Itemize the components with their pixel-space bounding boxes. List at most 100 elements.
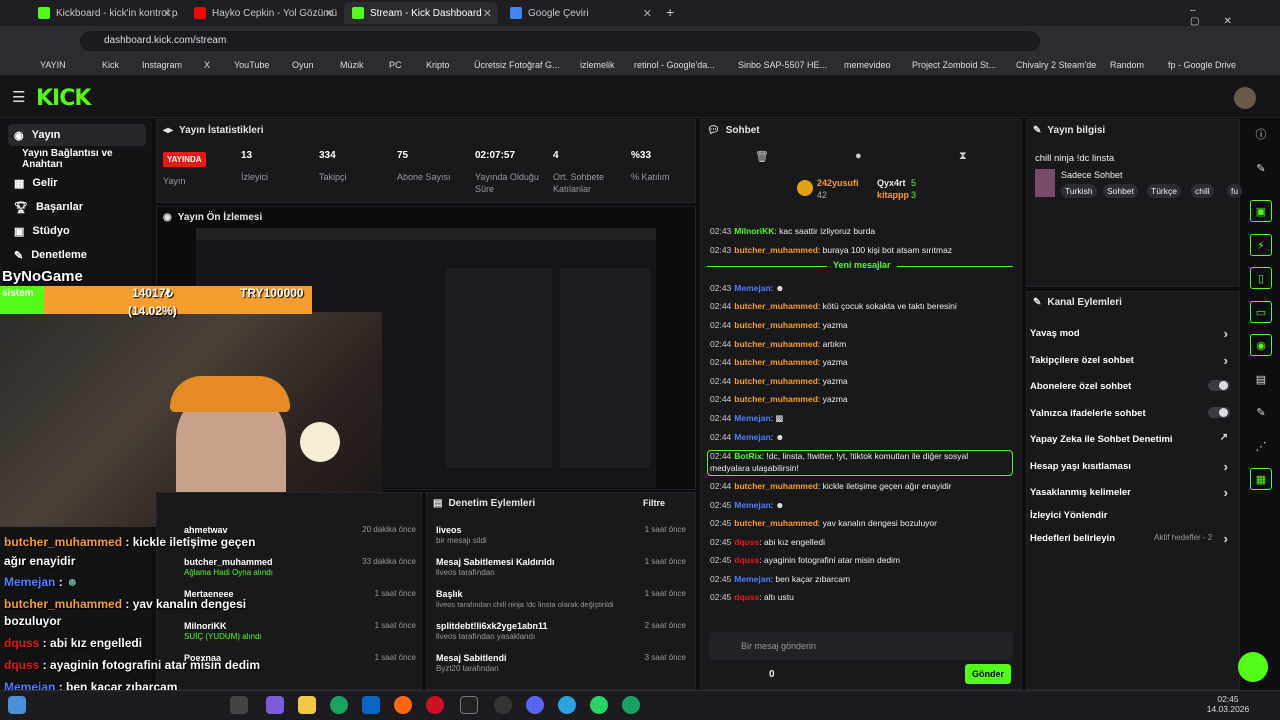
bookmark[interactable]: Sinbo SAP-5507 HE... [738, 60, 827, 70]
broadcast-icon[interactable]: ◉ [1250, 334, 1272, 356]
firefox-icon[interactable] [394, 696, 412, 714]
close-icon[interactable]: ✕ [643, 7, 652, 20]
action-emote-only[interactable]: Yalnızca ifadelerle sohbet [1030, 407, 1230, 419]
tag-chip: Sohbet [1103, 184, 1138, 198]
chevron-right-icon: › [1223, 485, 1228, 500]
sidebar-item-gelir[interactable]: ▦ Gelir [8, 172, 146, 194]
sidebar-item-basarilar[interactable]: 🏆︎ Başarılar [8, 196, 146, 218]
chevron-right-icon: › [1223, 531, 1228, 546]
tab-youtube[interactable]: Hayko Cepkin - Yol Gözümü Da ✕ [186, 2, 340, 24]
copilot-icon[interactable] [266, 696, 284, 714]
bookmark[interactable]: YAYIN [40, 60, 66, 70]
trash-icon[interactable]: 🗑︎ [755, 150, 769, 163]
tab-kickboard[interactable]: Kickboard - kick'in kontrol pan ✕ [30, 2, 178, 24]
youtube-favicon-icon [194, 7, 206, 19]
close-icon[interactable]: ✕ [325, 7, 334, 20]
new-tab-button[interactable]: + [666, 4, 674, 20]
stat-followers: 334 Takipçi [319, 150, 347, 182]
chat-message: 02:44 butcher_muhammed: kickle iletişime … [710, 481, 952, 491]
filter-button[interactable]: Filtre [643, 498, 665, 508]
obs-icon[interactable] [460, 696, 478, 714]
wrench-icon[interactable]: ✎ [1250, 401, 1272, 423]
info-icon[interactable]: ⓘ [1250, 123, 1272, 145]
chrome-icon[interactable] [622, 696, 640, 714]
camera-icon[interactable]: ▣ [1250, 200, 1272, 222]
bookmark[interactable]: Oyun [292, 60, 314, 70]
chat-message: 02:45 Memejan: ben kaçar zıbarcam [710, 574, 851, 584]
bookmark[interactable]: memevideo [844, 60, 891, 70]
mail-icon[interactable] [362, 696, 380, 714]
subscribers-only-toggle[interactable] [1208, 380, 1230, 391]
kick-logo[interactable]: KICK [36, 86, 91, 111]
chat-message: medyalara ulaşabilirsin! [710, 463, 799, 473]
chat-bubble-icon[interactable]: ● [855, 150, 862, 162]
chat-message: 02:44 Memejan: ☻ [710, 432, 785, 442]
menu-icon[interactable]: ☰ [12, 88, 25, 106]
help-chat-button[interactable] [1238, 652, 1268, 682]
bookmark[interactable]: Kick [102, 60, 119, 70]
tab-google-translate[interactable]: Google Çeviri ✕ [502, 2, 658, 24]
overlay-channel-name: ByNoGame [2, 268, 83, 285]
action-goals[interactable]: Hedefleri belirleyin Aktif hedefler - 2 › [1030, 531, 1230, 546]
bookmark[interactable]: X [204, 60, 210, 70]
url-input[interactable]: dashboard.kick.com/stream [80, 31, 1040, 51]
calculator-icon[interactable]: ▦ [1250, 468, 1272, 490]
clock[interactable]: 02:45 14.03.2026 [1206, 694, 1250, 714]
list-icon[interactable]: ▤ [1250, 368, 1272, 390]
emote-only-toggle[interactable] [1208, 407, 1230, 418]
action-raid[interactable]: İzleyici Yönlendir [1030, 510, 1230, 521]
close-icon[interactable]: ✕ [163, 7, 172, 20]
bookmark[interactable]: fp - Google Drive [1168, 60, 1236, 70]
chrome-icon[interactable] [330, 696, 348, 714]
bookmark[interactable]: izlemelik [580, 60, 615, 70]
chat-message: 02:45 dquss: ayaginin fotografini atar mi… [710, 555, 901, 565]
bookmark[interactable]: Kripto [426, 60, 450, 70]
sidebar-item-denetleme[interactable]: ✎ Denetleme [8, 244, 146, 266]
sidebar-item-yayin[interactable]: ◉ Yayın [8, 124, 146, 146]
bookmark[interactable]: Chivalry 2 Steam'de [1016, 60, 1096, 70]
action-ai-moderation[interactable]: Yapay Zeka ile Sohbet Denetimi ↗ [1030, 432, 1230, 445]
task-view-icon[interactable] [230, 696, 248, 714]
tab-kick-dashboard[interactable]: Stream - Kick Dashboard ✕ [344, 2, 498, 24]
card-icon[interactable]: ▯ [1250, 267, 1272, 289]
stats-header: ◂▸ Yayın İstatistikleri [163, 124, 264, 136]
bookmark[interactable]: retinol - Google'da... [634, 60, 715, 70]
explorer-icon[interactable] [298, 696, 316, 714]
browser-tabbar: Kickboard - kick'in kontrol pan ✕ Hayko C… [0, 0, 1280, 27]
steam-icon[interactable] [494, 696, 512, 714]
telegram-icon[interactable] [558, 696, 576, 714]
bookmark[interactable]: Project Zomboid St... [912, 60, 996, 70]
edit-icon[interactable]: ✎ [1250, 157, 1272, 179]
bookmark[interactable]: Instagram [142, 60, 182, 70]
chat-message: 02:44 BotRix: !dc, linsta, !twitter, !yt,… [710, 451, 969, 461]
action-slow-mode[interactable]: Yavaş mod › [1030, 326, 1230, 341]
sidebar-item-studyo[interactable]: ▣ Stüdyo [8, 220, 146, 242]
share-icon[interactable]: ⋰ [1250, 435, 1272, 457]
bookmark[interactable]: Ücretsiz Fotoğraf G... [474, 60, 560, 70]
close-icon[interactable]: ✕ [483, 7, 492, 20]
hourglass-icon[interactable]: ⧗ [959, 150, 967, 163]
taskbar [0, 690, 1280, 720]
whatsapp-icon[interactable] [590, 696, 608, 714]
bookmark[interactable]: Müzik [340, 60, 364, 70]
list-item: MilnoriKK SUİÇ (YUDUM) alındı 1 saat önce [184, 621, 416, 641]
discord-icon[interactable] [526, 696, 544, 714]
bookmark[interactable]: YouTube [234, 60, 269, 70]
start-icon[interactable] [8, 696, 26, 714]
sidebar-item-stream-key[interactable]: Yayın Bağlantısı ve Anahtarı [8, 148, 146, 170]
action-account-age[interactable]: Hesap yaşı kısıtlaması › [1030, 459, 1230, 474]
opera-icon[interactable] [426, 696, 444, 714]
action-subscribers-only[interactable]: Abonelere özel sohbet [1030, 380, 1230, 392]
emote-icon: ☻ [775, 283, 785, 293]
lightning-icon[interactable]: ⚡︎ [1250, 234, 1272, 256]
send-button[interactable]: Gönder [965, 664, 1011, 684]
window-controls[interactable]: –▢✕ [1190, 5, 1280, 27]
avatar[interactable] [1234, 87, 1256, 109]
action-followers-only[interactable]: Takipçilere özel sohbet › [1030, 353, 1230, 368]
chevron-right-icon: › [1223, 459, 1228, 474]
bookmark[interactable]: Random [1110, 60, 1144, 70]
chat-icon[interactable]: ▭ [1250, 301, 1272, 323]
action-banned-words[interactable]: Yasaklanmış kelimeler › [1030, 485, 1230, 500]
bookmarks-bar: YAYIN Kick Instagram X YouTube Oyun Müzi… [0, 56, 1280, 76]
bookmark[interactable]: PC [389, 60, 402, 70]
